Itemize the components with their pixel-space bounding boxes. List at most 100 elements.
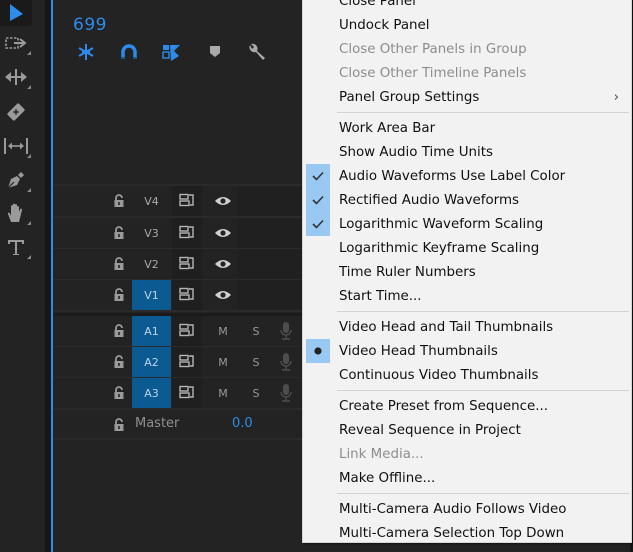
checkmark-icon (306, 188, 330, 212)
menu-item-multi-camera-selection-top-down[interactable]: Multi-Camera Selection Top Down (303, 521, 631, 545)
menu-item-make-offline[interactable]: Make Offline... (303, 466, 631, 490)
sync-lock-toggle[interactable] (172, 347, 202, 377)
add-marker-button[interactable] (204, 42, 226, 62)
master-volume-value[interactable]: 0.0 (232, 416, 253, 431)
toggle-track-output-icon (179, 255, 195, 274)
chevron-right-icon: › (613, 89, 619, 105)
track-target-toggle[interactable]: A2 (132, 347, 171, 377)
menu-item-label: Link Media... (339, 446, 424, 462)
track-header-tail (238, 218, 303, 248)
menu-item-show-audio-time-units[interactable]: Show Audio Time Units (303, 140, 631, 164)
lock-icon[interactable] (113, 385, 125, 404)
sync-lock-toggle[interactable] (172, 218, 202, 248)
menu-item-video-head-thumbnails[interactable]: Video Head Thumbnails (303, 339, 631, 363)
menu-item-close-other-panels-in-group: Close Other Panels in Group (303, 37, 631, 61)
lock-icon[interactable] (113, 417, 125, 436)
menu-item-video-head-and-tail-thumbnails[interactable]: Video Head and Tail Thumbnails (303, 315, 631, 339)
audio-track-header[interactable]: A2 M S (53, 347, 303, 377)
track-target-toggle[interactable]: V2 (132, 249, 171, 279)
eye-icon[interactable] (209, 218, 237, 248)
menu-item-logarithmic-keyframe-scaling[interactable]: Logarithmic Keyframe Scaling (303, 236, 631, 260)
menu-item-undock-panel[interactable]: Undock Panel (303, 13, 631, 37)
snap-toggle[interactable] (118, 42, 140, 62)
slip-tool-button[interactable] (2, 133, 31, 159)
menu-item-audio-waveforms-use-label-color[interactable]: Audio Waveforms Use Label Color (303, 164, 631, 188)
sync-lock-toggle[interactable] (172, 186, 202, 216)
audio-track-header[interactable]: A1 M S (53, 316, 303, 346)
menu-item-link-media: Link Media... (303, 442, 631, 466)
sync-lock-toggle[interactable] (172, 249, 202, 279)
menu-item-label: Time Ruler Numbers (339, 264, 476, 280)
playhead-timecode[interactable]: 699 (73, 15, 107, 35)
menu-item-time-ruler-numbers[interactable]: Time Ruler Numbers (303, 260, 631, 284)
mute-button[interactable]: M (212, 378, 234, 408)
eye-icon[interactable] (209, 280, 237, 310)
hand-tool-button[interactable] (2, 200, 31, 226)
microphone-icon[interactable] (279, 351, 293, 377)
track-select-icon (5, 37, 27, 49)
menu-item-label: Video Head Thumbnails (339, 343, 498, 359)
sync-lock-toggle[interactable] (172, 280, 202, 310)
track-divider (53, 408, 303, 410)
mute-button[interactable]: M (212, 316, 234, 346)
solo-button[interactable]: S (245, 378, 267, 408)
eye-icon[interactable] (209, 186, 237, 216)
menu-item-create-preset-from-sequence[interactable]: Create Preset from Sequence... (303, 394, 631, 418)
toggle-track-output-icon (179, 322, 195, 341)
linked-selection-toggle[interactable] (161, 42, 183, 62)
menu-item-multi-camera-audio-follows-video[interactable]: Multi-Camera Audio Follows Video (303, 497, 631, 521)
sync-lock-toggle[interactable] (172, 378, 202, 408)
menu-item-rectified-audio-waveforms[interactable]: Rectified Audio Waveforms (303, 188, 631, 212)
master-divider (53, 438, 303, 440)
ripple-edit-icon (5, 69, 27, 85)
menu-item-label: Close Other Panels in Group (339, 41, 527, 57)
marker-icon (210, 46, 220, 57)
lock-icon[interactable] (113, 323, 125, 342)
insert-overwrite-toggle[interactable] (75, 42, 97, 62)
lock-icon[interactable] (113, 287, 125, 306)
track-target-toggle[interactable]: V3 (132, 218, 171, 248)
lock-icon[interactable] (113, 193, 125, 212)
track-target-toggle[interactable]: A1 (132, 316, 171, 346)
menu-item-close-panel[interactable]: Close Panel (303, 0, 631, 13)
track-target-toggle[interactable]: A3 (132, 378, 171, 408)
menu-item-label: Close Panel (339, 0, 416, 9)
pen-tool-button[interactable] (2, 167, 31, 193)
type-tool-button[interactable] (2, 234, 31, 260)
mute-button[interactable]: M (212, 347, 234, 377)
video-track-header[interactable]: V4 (53, 186, 303, 216)
tool-flyout-indicator (27, 85, 31, 89)
menu-item-label: Start Time... (339, 288, 422, 304)
sync-lock-toggle[interactable] (172, 316, 202, 346)
lock-icon[interactable] (113, 256, 125, 275)
microphone-icon[interactable] (279, 382, 293, 408)
linked-selection-icon (162, 45, 180, 61)
video-track-header[interactable]: V2 (53, 249, 303, 279)
razor-tool-button[interactable] (2, 99, 30, 125)
menu-item-panel-group-settings[interactable]: Panel Group Settings › (303, 85, 631, 109)
menu-item-start-time[interactable]: Start Time... (303, 284, 631, 308)
track-header-tail (238, 280, 303, 310)
lock-icon[interactable] (113, 225, 125, 244)
eye-icon[interactable] (209, 249, 237, 279)
video-track-header[interactable]: V3 (53, 218, 303, 248)
menu-item-close-other-timeline-panels: Close Other Timeline Panels (303, 61, 631, 85)
solo-button[interactable]: S (245, 347, 267, 377)
menu-item-continuous-video-thumbnails[interactable]: Continuous Video Thumbnails (303, 363, 631, 387)
track-target-toggle[interactable]: V1 (132, 280, 171, 310)
ripple-edit-tool-button[interactable] (2, 64, 31, 90)
audio-track-header[interactable]: A3 M S (53, 378, 303, 408)
menu-item-reveal-sequence-in-project[interactable]: Reveal Sequence in Project (303, 418, 631, 442)
video-track-header[interactable]: V1 (53, 280, 303, 310)
microphone-icon[interactable] (279, 320, 293, 346)
menu-item-work-area-bar[interactable]: Work Area Bar (303, 116, 631, 140)
selection-tool-button[interactable] (2, 0, 30, 26)
track-header-tail (238, 186, 303, 216)
menu-item-logarithmic-waveform-scaling[interactable]: Logarithmic Waveform Scaling (303, 212, 631, 236)
lock-icon[interactable] (113, 354, 125, 373)
solo-button[interactable]: S (245, 316, 267, 346)
menu-item-label: Panel Group Settings (339, 89, 480, 105)
track-select-forward-tool-button[interactable] (2, 30, 31, 56)
track-target-toggle[interactable]: V4 (132, 186, 171, 216)
timeline-settings-button[interactable] (246, 42, 268, 62)
